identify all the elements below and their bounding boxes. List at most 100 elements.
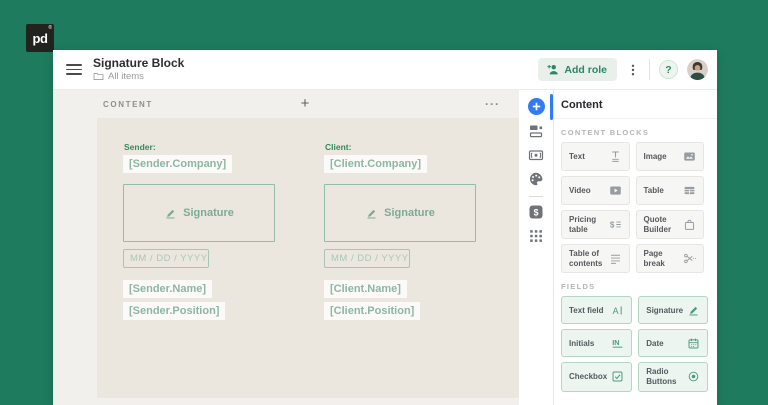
add-block-button[interactable]: +: [295, 90, 316, 118]
signature-pen-icon: [365, 207, 378, 220]
rail-item-design[interactable]: [528, 170, 545, 187]
app-header: Signature Block All items Add role ?: [53, 50, 717, 90]
client-position-variable[interactable]: [Client.Position]: [324, 302, 421, 320]
tile-page-break[interactable]: Page break: [635, 244, 704, 274]
title-block: Signature Block All items: [93, 56, 185, 83]
tile-table-of-contents[interactable]: Table of contents: [561, 244, 630, 274]
content-blocks-section-label: CONTENT BLOCKS: [561, 128, 650, 137]
active-tab-indicator: [550, 94, 553, 120]
rail-item-variables[interactable]: [528, 146, 545, 163]
rail-item-apps[interactable]: [528, 227, 545, 244]
content-panel: Content CONTENT BLOCKS Text Image Video: [553, 90, 717, 405]
brand-logo[interactable]: pd ®: [26, 24, 54, 52]
breadcrumb[interactable]: All items: [93, 71, 184, 82]
checkbox-icon: [611, 370, 624, 383]
client-date-field[interactable]: MM / DD / YYYY: [324, 249, 410, 268]
text-field-icon: [611, 304, 624, 317]
header-actions: Add role ?: [538, 58, 717, 81]
tile-label: Signature: [646, 305, 684, 315]
editor-canvas: CONTENT + ··· Sender: [Sender.Company] S…: [53, 90, 519, 405]
tile-label: Radio Buttons: [646, 367, 677, 386]
tile-label: Text field: [569, 305, 604, 315]
signature-icon: [687, 304, 700, 317]
image-icon: [683, 150, 696, 163]
tile-label: Text: [569, 151, 585, 161]
breadcrumb-label: All items: [108, 71, 144, 82]
document-page: Sender: [Sender.Company] Signature MM / …: [97, 118, 519, 398]
rail-item-saved-blocks[interactable]: [528, 122, 545, 139]
tile-video[interactable]: Video: [561, 176, 630, 205]
signature-field-label: Signature: [384, 207, 435, 219]
main-area: CONTENT + ··· Sender: [Sender.Company] S…: [53, 90, 717, 405]
tile-text[interactable]: Text: [561, 142, 630, 171]
content-section-label: CONTENT: [103, 99, 153, 109]
add-role-button[interactable]: Add role: [538, 58, 617, 81]
tile-label: Page break: [643, 249, 665, 268]
content-section-bar: CONTENT + ···: [53, 90, 519, 118]
client-name-variable[interactable]: [Client.Name]: [324, 280, 407, 298]
avatar[interactable]: [687, 59, 708, 80]
help-button[interactable]: ?: [659, 60, 678, 79]
person-add-icon: [546, 63, 559, 76]
more-options-icon[interactable]: [626, 62, 640, 78]
tile-date[interactable]: Date: [638, 329, 709, 358]
tile-pricing-table[interactable]: Pricing table: [561, 210, 630, 240]
tile-label: Table: [643, 185, 664, 195]
quote-builder-icon: [683, 218, 696, 231]
tile-label: Date: [646, 338, 664, 348]
plus-circle-icon: [528, 98, 545, 115]
radio-buttons-icon: [687, 370, 700, 383]
sender-date-field[interactable]: MM / DD / YYYY: [123, 249, 209, 268]
tile-label: Image: [643, 151, 667, 161]
client-company-variable[interactable]: [Client.Company]: [324, 155, 428, 173]
sidebar-rail: [519, 90, 553, 405]
rail-item-add-content[interactable]: [528, 98, 545, 115]
menu-hamburger-icon[interactable]: [66, 64, 82, 75]
tile-table[interactable]: Table: [635, 176, 704, 205]
tile-label: Table of contents: [569, 249, 603, 268]
table-of-contents-icon: [609, 252, 622, 265]
tile-text-field[interactable]: Text field: [561, 296, 633, 325]
signature-pen-icon: [164, 207, 177, 220]
tile-label: Pricing table: [569, 215, 597, 234]
tile-quote-builder[interactable]: Quote Builder: [635, 210, 704, 240]
tile-radio-buttons[interactable]: Radio Buttons: [638, 362, 709, 392]
section-menu-button[interactable]: ···: [479, 90, 506, 118]
page-break-icon: [683, 252, 696, 265]
brand-logo-text: pd: [32, 30, 48, 46]
pricing-table-icon: [609, 218, 622, 231]
apps-grid-icon: [528, 228, 544, 244]
sender-signature-field[interactable]: Signature: [123, 184, 275, 242]
header-divider: [649, 59, 650, 80]
tile-checkbox[interactable]: Checkbox: [561, 362, 633, 392]
tile-signature[interactable]: Signature: [638, 296, 709, 325]
text-icon: [609, 150, 622, 163]
avatar-image: [687, 59, 708, 80]
fields-grid: Text field Signature Initials Date Check…: [561, 296, 709, 392]
folder-icon: [93, 71, 104, 82]
sender-label: Sender:: [124, 142, 156, 152]
client-label: Client:: [325, 142, 352, 152]
date-icon: [687, 337, 700, 350]
content-blocks-grid: Text Image Video Table Pricing table Quo…: [561, 142, 704, 274]
rail-item-pricing-catalog[interactable]: [528, 203, 545, 220]
client-signature-field[interactable]: Signature: [324, 184, 476, 242]
screen: pd ® Signature Block All items Add role …: [0, 0, 768, 405]
tile-label: Checkbox: [569, 372, 608, 382]
sender-company-variable[interactable]: [Sender.Company]: [123, 155, 233, 173]
tile-label: Video: [569, 185, 591, 195]
video-icon: [609, 184, 622, 197]
tile-image[interactable]: Image: [635, 142, 704, 171]
page-title: Signature Block: [93, 56, 185, 70]
tile-label: Quote Builder: [643, 215, 672, 234]
sender-position-variable[interactable]: [Sender.Position]: [123, 302, 226, 320]
palette-icon: [528, 171, 544, 187]
tile-initials[interactable]: Initials: [561, 329, 633, 358]
fields-section-label: FIELDS: [561, 282, 596, 292]
initials-icon: [611, 337, 624, 350]
rail-divider: [529, 196, 543, 197]
sender-name-variable[interactable]: [Sender.Name]: [123, 280, 213, 298]
registered-mark: ®: [48, 25, 52, 31]
dollar-icon: [528, 204, 544, 220]
signature-field-label: Signature: [183, 207, 234, 219]
